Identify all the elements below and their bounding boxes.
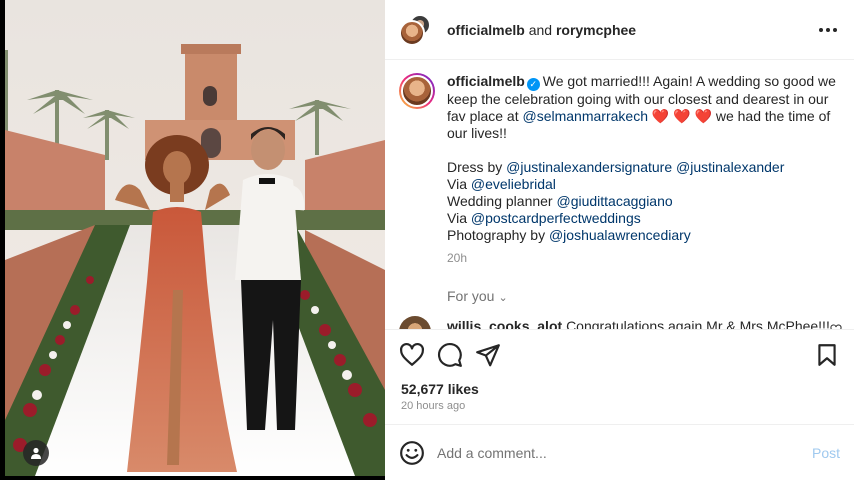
more-dot-icon: [826, 28, 830, 32]
emoji-smile-icon[interactable]: [399, 440, 425, 466]
mention-link[interactable]: @eveliebridal: [471, 176, 556, 192]
wedding-photo-image: [5, 0, 385, 476]
for-you-toggle[interactable]: For you ⌄: [447, 288, 508, 304]
post-modal: officialmelb and rorymcphee officialmelb…: [0, 0, 854, 480]
mention-link[interactable]: @justinalexander: [676, 159, 784, 175]
person-icon: [31, 447, 41, 459]
like-heart-icon[interactable]: [399, 342, 425, 368]
planner-label: Wedding planner: [447, 193, 557, 209]
via-label: Via: [447, 176, 471, 192]
caption-username-link[interactable]: officialmelb: [447, 73, 525, 89]
collab-avatars[interactable]: [399, 14, 433, 48]
mention-link[interactable]: @postcardperfectweddings: [471, 210, 641, 226]
post-actions-bar: [385, 329, 854, 379]
chevron-down-icon: ⌄: [498, 292, 508, 304]
more-dot-icon: [833, 28, 837, 32]
commenter-username-link[interactable]: willis_cooks_alot: [447, 318, 562, 329]
author-username-link[interactable]: officialmelb: [447, 22, 525, 38]
post-comment-button[interactable]: Post: [812, 445, 840, 461]
comment-bubble-icon[interactable]: [437, 342, 463, 368]
dress-label: Dress by: [447, 159, 507, 175]
post-photo[interactable]: [5, 0, 385, 476]
heart-emojis: ❤️ ❤️ ❤️: [651, 108, 712, 124]
comment-item: willis_cooks_alot Congratulations again …: [399, 316, 844, 329]
photography-label: Photography by: [447, 227, 549, 243]
post-header: officialmelb and rorymcphee: [385, 0, 854, 60]
caption-scroll-area[interactable]: officialmelb ✓ We got married!!! Again! A …: [385, 61, 854, 329]
post-authors: officialmelb and rorymcphee: [447, 22, 636, 38]
via-label: Via: [447, 210, 471, 226]
post-side-panel: officialmelb and rorymcphee officialmelb…: [385, 0, 854, 480]
avatar: [399, 20, 425, 46]
mention-link[interactable]: @justinalexandersignature: [506, 159, 672, 175]
for-you-label: For you: [447, 288, 495, 304]
more-dot-icon: [819, 28, 823, 32]
likes-count[interactable]: 52,677 likes: [401, 381, 479, 397]
save-bookmark-icon[interactable]: [814, 342, 840, 368]
caption-timestamp[interactable]: 20h: [447, 251, 467, 265]
post-date: 20 hours ago: [401, 400, 466, 412]
verified-badge-icon: ✓: [526, 78, 540, 91]
add-comment-bar: Post: [385, 424, 854, 480]
share-send-icon[interactable]: [475, 342, 501, 368]
tagged-users-button[interactable]: [23, 440, 49, 466]
mention-link[interactable]: @joshualawrencediary: [549, 227, 691, 243]
commenter-avatar[interactable]: [399, 316, 431, 329]
caption-text: officialmelb ✓ We got married!!! Again! A …: [447, 73, 842, 244]
more-options-button[interactable]: [816, 18, 840, 42]
mention-link[interactable]: @selmanmarrakech: [523, 108, 648, 124]
comment-text: Congratulations again Mr & Mrs McPhee!!!: [566, 318, 830, 329]
caption-avatar[interactable]: [399, 73, 435, 109]
author-connector: and: [528, 22, 553, 38]
coauthor-username-link[interactable]: rorymcphee: [556, 22, 636, 38]
add-comment-input[interactable]: [437, 443, 777, 463]
mention-link[interactable]: @giudittacaggiano: [556, 193, 672, 209]
